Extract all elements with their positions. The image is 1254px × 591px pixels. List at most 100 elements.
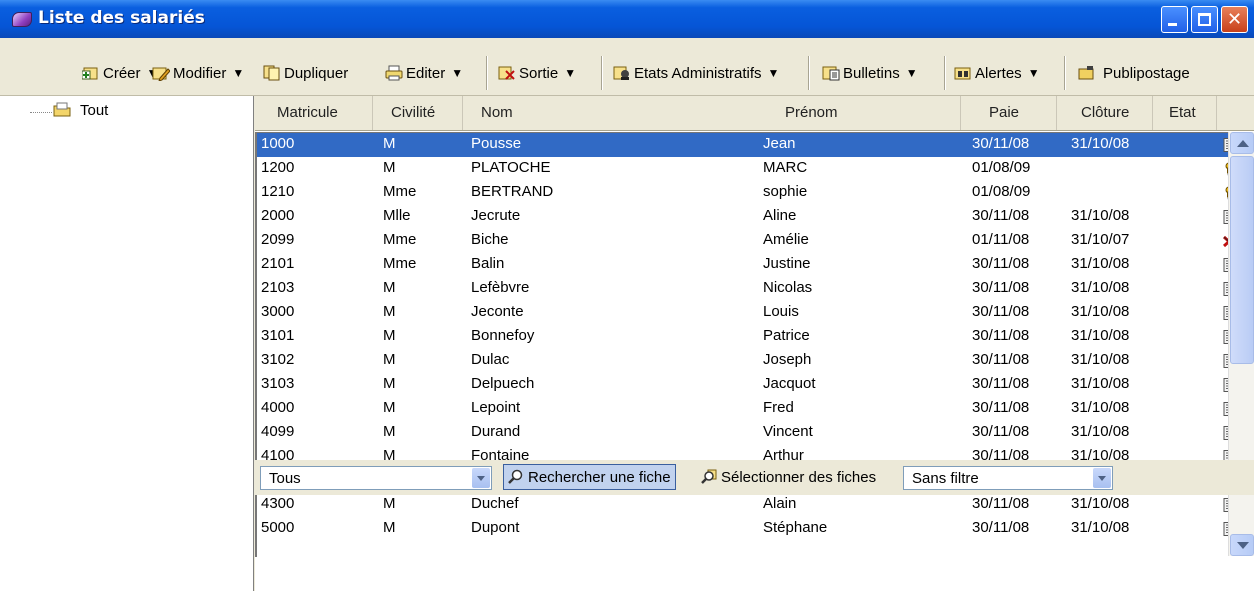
selectionner-label: Sélectionner des fiches [721, 468, 877, 486]
chevron-down-icon[interactable]: ▼ [232, 66, 244, 80]
dropdown-arrow-icon[interactable] [472, 468, 490, 488]
sortie-button[interactable]: Sortie ▼ [498, 60, 576, 86]
rechercher-label: Rechercher une fiche [528, 468, 671, 486]
edit-record-icon [152, 65, 171, 82]
bottom-bar: Tous Rechercher une fiche Sélectionner d… [255, 460, 1254, 495]
dupliquer-label: Dupliquer [284, 64, 349, 82]
toolbar-separator [944, 56, 946, 90]
chevron-down-icon[interactable]: ▼ [1028, 66, 1040, 80]
cell-matricule: 3102 [261, 351, 295, 368]
cell-paie: 30/11/08 [972, 279, 1030, 296]
etats-administratifs-button[interactable]: Etats Administratifs ▼ [613, 60, 779, 86]
selectionner-fiches-button[interactable]: Sélectionner des fiches [697, 464, 880, 490]
cell-nom: Durand [471, 423, 521, 440]
cell-civilite: Mme [383, 231, 417, 248]
cell-nom: Balin [471, 255, 505, 272]
table-row[interactable]: 2101 Mme Balin Justine 30/11/08 31/10/08 [257, 253, 1229, 277]
cell-civilite: M [383, 399, 396, 416]
table-row[interactable]: 2000 Mlle Jecrute Aline 30/11/08 31/10/08 [257, 205, 1229, 229]
table-row[interactable]: 1210 Mme BERTRAND sophie 01/08/09 [257, 181, 1229, 205]
cell-paie: 30/11/08 [972, 375, 1030, 392]
close-button[interactable]: ✕ [1221, 6, 1248, 33]
chevron-down-icon[interactable]: ▼ [564, 66, 576, 80]
cell-cloture: 31/10/07 [1071, 231, 1130, 248]
cell-civilite: M [383, 351, 396, 368]
cell-prenom: Alain [763, 495, 797, 512]
table-row[interactable]: 3102 M Dulac Joseph 30/11/08 31/10/08 [257, 349, 1229, 373]
scroll-thumb[interactable] [1230, 156, 1254, 364]
column-header-paie[interactable]: Paie [961, 96, 1057, 130]
creer-button[interactable]: Créer ▼ [81, 60, 158, 86]
cell-nom: Dupont [471, 519, 520, 536]
cell-civilite: M [383, 519, 396, 536]
cell-matricule: 3101 [261, 327, 295, 344]
column-header-matricule[interactable]: Matricule [255, 96, 373, 130]
window-title: Liste des salariés [38, 8, 205, 28]
table-row[interactable]: 3000 M Jeconte Louis 30/11/08 31/10/08 [257, 301, 1229, 325]
chevron-down-icon[interactable]: ▼ [768, 66, 780, 80]
table-row[interactable]: 3103 M Delpuech Jacquot 30/11/08 31/10/08 [257, 373, 1229, 397]
alertes-button[interactable]: Alertes ▼ [954, 60, 1040, 86]
cell-cloture: 31/10/08 [1071, 279, 1130, 296]
table-row[interactable]: 1000 M Pousse Jean 30/11/08 31/10/08 [257, 133, 1229, 158]
column-header-cloture[interactable]: Clôture [1057, 96, 1153, 130]
table-row[interactable]: 4099 M Durand Vincent 30/11/08 31/10/08 [257, 421, 1229, 445]
column-header-prenom[interactable]: Prénom [755, 96, 961, 130]
scroll-down-button[interactable] [1230, 534, 1254, 556]
admin-report-icon [613, 65, 631, 81]
toolbar-separator [808, 56, 810, 90]
cell-matricule: 2101 [261, 255, 295, 272]
rechercher-fiche-button[interactable]: Rechercher une fiche [503, 464, 676, 490]
minimize-button[interactable] [1161, 6, 1188, 33]
chevron-down-icon[interactable]: ▼ [906, 66, 918, 80]
cell-civilite: M [383, 423, 396, 440]
dropdown-arrow-icon[interactable] [1093, 468, 1111, 488]
cell-matricule: 2103 [261, 279, 295, 296]
new-record-icon [81, 65, 100, 81]
cell-cloture: 31/10/08 [1071, 207, 1130, 224]
cell-nom: Delpuech [471, 375, 535, 392]
cell-civilite: Mme [383, 183, 417, 200]
creer-label: Créer [103, 64, 141, 82]
tree-item-tout[interactable]: Tout [80, 102, 108, 119]
cell-paie: 30/11/08 [972, 327, 1030, 344]
cell-prenom: Aline [763, 207, 797, 224]
maximize-button[interactable] [1191, 6, 1218, 33]
select-search-icon [701, 469, 717, 485]
scroll-up-button[interactable] [1230, 132, 1254, 154]
table-row[interactable]: 5000 M Dupont Stéphane 30/11/08 31/10/08 [257, 517, 1229, 541]
cell-paie: 30/11/08 [972, 519, 1030, 536]
cell-matricule: 4099 [261, 423, 295, 440]
cell-nom: Pousse [471, 135, 522, 152]
column-header-civilite[interactable]: Civilité [373, 96, 463, 130]
cell-cloture: 31/10/08 [1071, 423, 1130, 440]
cell-cloture: 31/10/08 [1071, 327, 1130, 344]
filter-select-left[interactable]: Tous [260, 466, 492, 490]
cell-nom: Bonnefoy [471, 327, 535, 344]
maximize-icon [1198, 13, 1211, 26]
chevron-down-icon[interactable]: ▼ [451, 66, 463, 80]
cell-matricule: 2099 [261, 231, 295, 248]
cell-prenom: Jacquot [763, 375, 816, 392]
cell-prenom: Jean [763, 135, 796, 152]
cell-prenom: Patrice [763, 327, 810, 344]
editer-button[interactable]: Editer ▼ [385, 60, 463, 86]
title-bar[interactable]: Liste des salariés ✕ [0, 0, 1254, 38]
table-row[interactable]: 4000 M Lepoint Fred 30/11/08 31/10/08 [257, 397, 1229, 421]
dupliquer-button[interactable]: Dupliquer [263, 60, 348, 86]
publipostage-button[interactable]: Publipostage [1077, 60, 1190, 86]
table-row[interactable]: 1200 M PLATOCHE MARC 01/08/09 [257, 157, 1229, 181]
table-row[interactable]: 2103 M Lefèbvre Nicolas 30/11/08 31/10/08 [257, 277, 1229, 301]
tree-pane: Tout [0, 96, 254, 591]
cell-paie: 01/08/09 [972, 159, 1031, 176]
bulletins-button[interactable]: Bulletins ▼ [822, 60, 918, 86]
cell-prenom: Fred [763, 399, 794, 416]
cell-prenom: Joseph [763, 351, 812, 368]
table-row[interactable]: 3101 M Bonnefoy Patrice 30/11/08 31/10/08 [257, 325, 1229, 349]
table-row[interactable]: 2099 Mme Biche Amélie 01/11/08 31/10/07 [257, 229, 1229, 253]
table-row[interactable]: 4300 M Duchef Alain 30/11/08 31/10/08 [257, 493, 1229, 517]
column-header-etat[interactable]: Etat [1153, 96, 1217, 130]
filter-select-right[interactable]: Sans filtre [903, 466, 1113, 490]
modifier-button[interactable]: Modifier ▼ [152, 60, 244, 86]
duplicate-icon [263, 65, 281, 81]
